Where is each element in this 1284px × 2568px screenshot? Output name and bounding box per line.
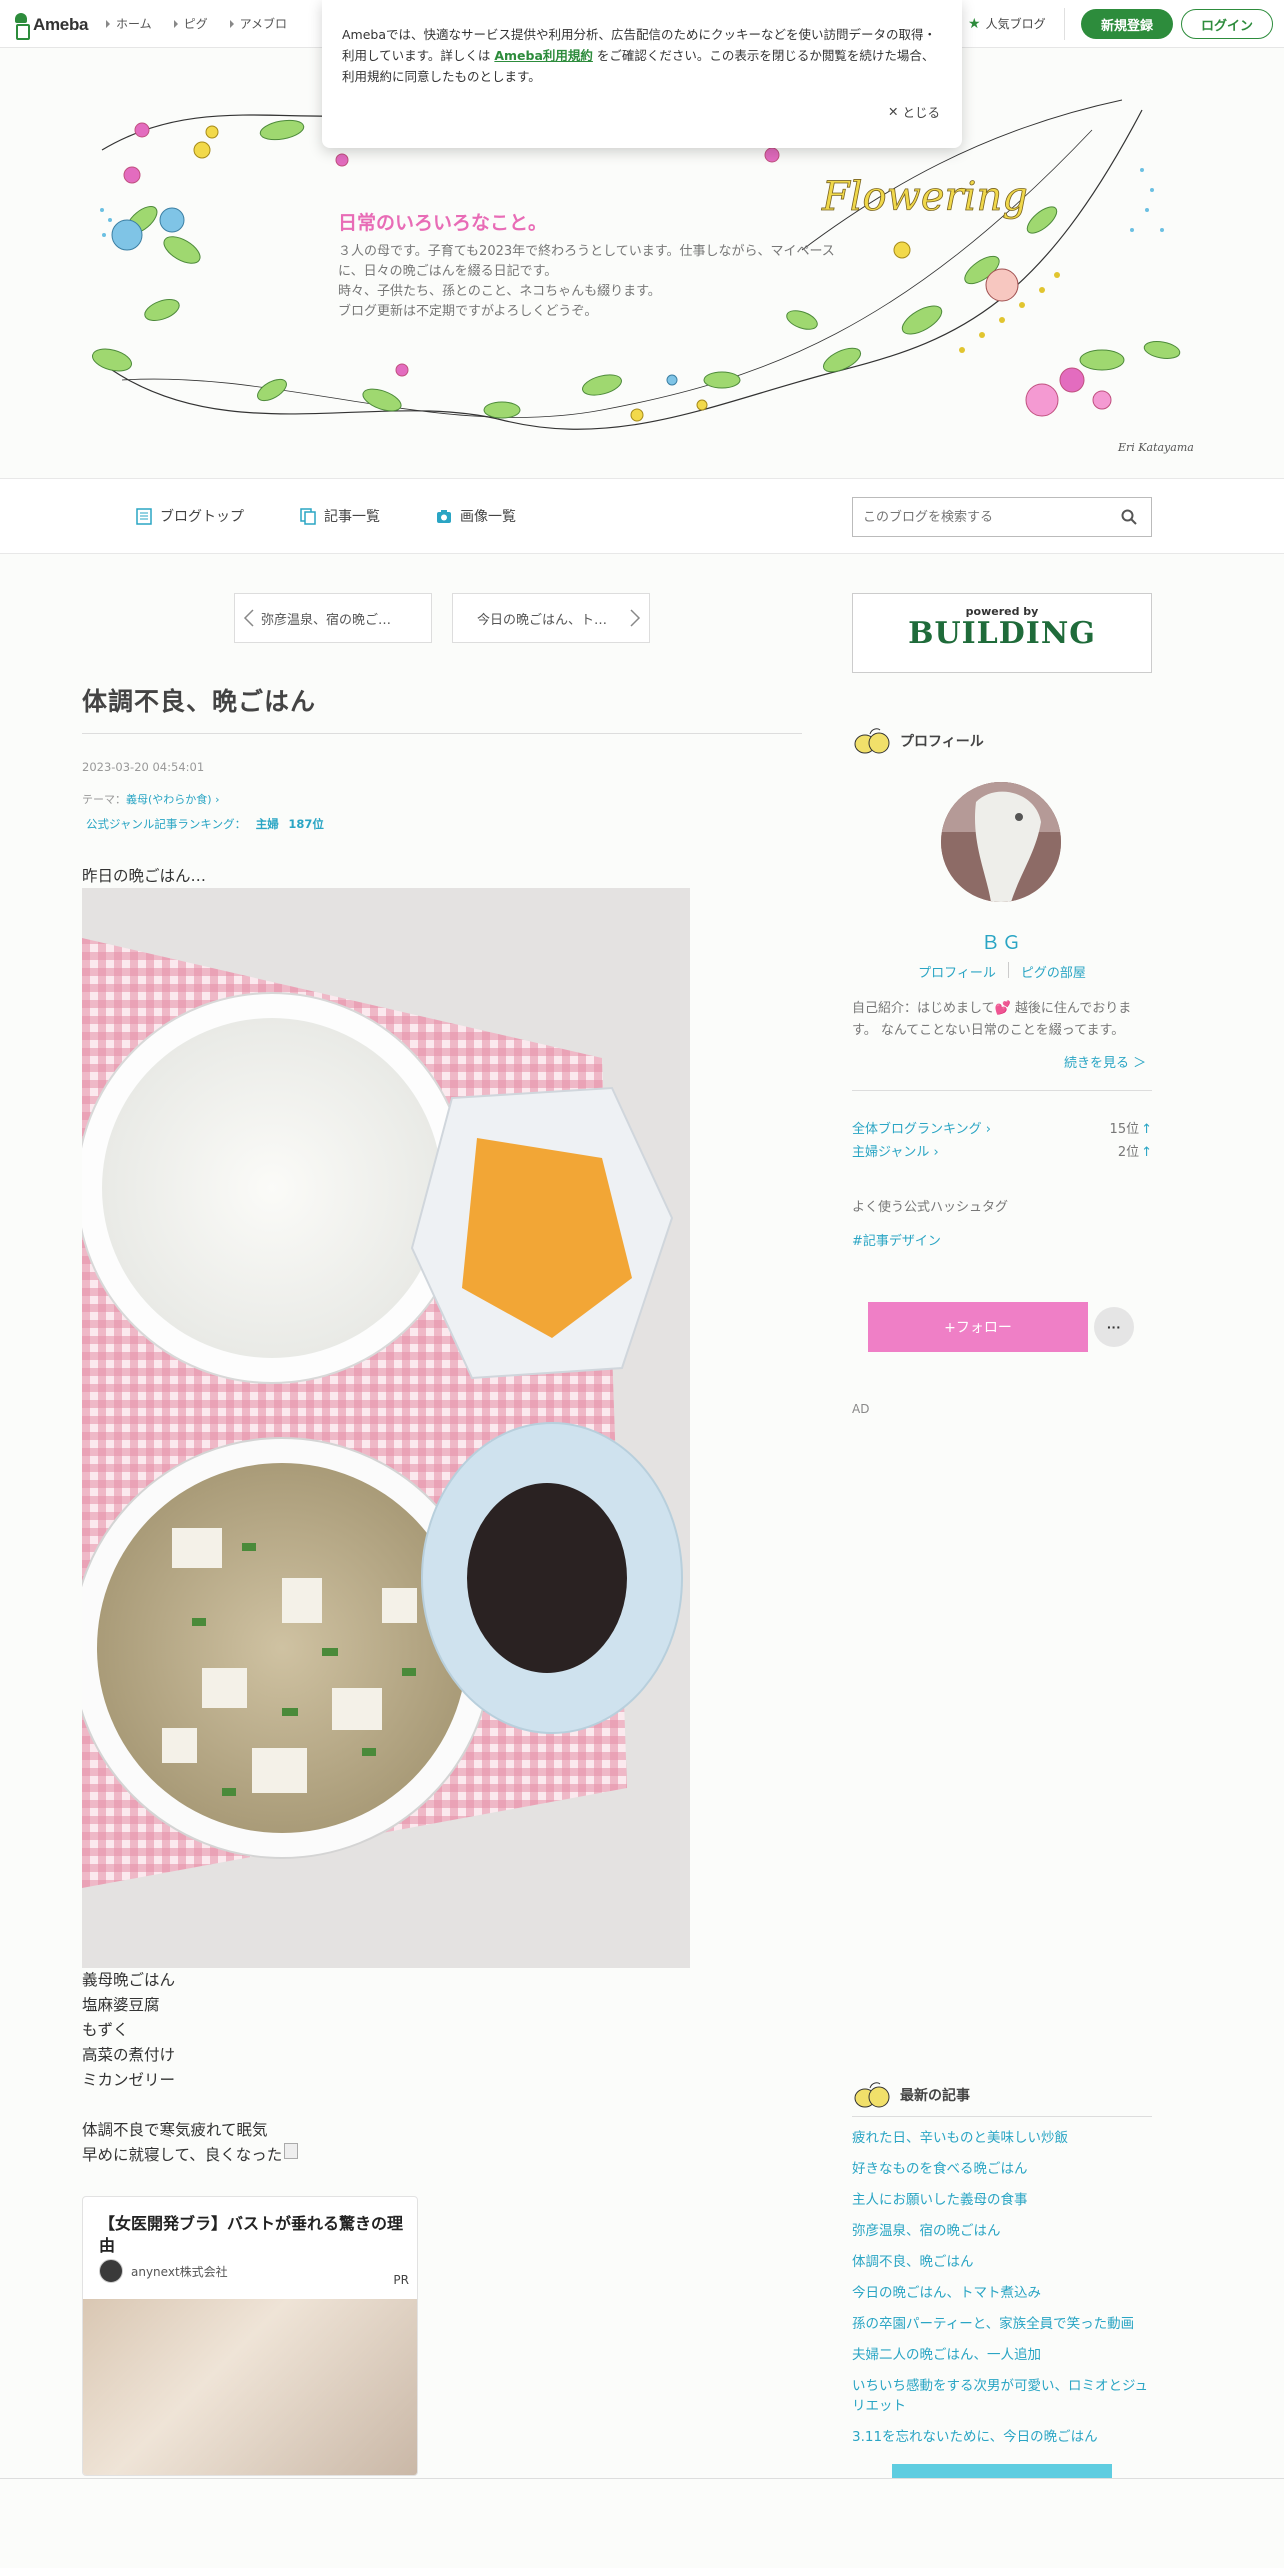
entry-title: 体調不良、晩ごはん <box>82 687 317 716</box>
ad-advertiser: anynext株式会社 <box>99 2259 228 2283</box>
artist-signature: Eri Katayama <box>1118 441 1194 454</box>
divider <box>82 733 802 734</box>
blog-search <box>852 497 1152 537</box>
blog-title: 日常のいろいろなこと。 <box>338 212 548 234</box>
username[interactable]: ＢＧ <box>852 928 1152 955</box>
login-button[interactable]: ログイン <box>1181 9 1273 39</box>
chevron-right-icon: › <box>929 1145 939 1160</box>
next-entry-link[interactable]: 今日の晩ごはん、ト… <box>452 593 650 643</box>
ad-image <box>83 2299 417 2475</box>
global-nav: ホーム ピグ アメブロ <box>106 15 287 32</box>
chevron-right-icon: › <box>981 1122 991 1137</box>
cat-photo-image <box>941 782 1061 902</box>
arrow-right-icon <box>173 19 178 28</box>
ameba-logo-icon <box>12 13 30 40</box>
more-entries-button[interactable] <box>892 2464 1112 2478</box>
recent-entries-list: 疲れた日、辛いものと美味しい炒飯 好きなものを食べる晩ごはん 主人にお願いした義… <box>852 2128 1152 2458</box>
recent-heading: 最新の記事 <box>852 2080 970 2110</box>
divider <box>852 1090 1152 1091</box>
profile-intro: 自己紹介：はじめまして💕 越後に住んでおります。 なんてことない日常のことを綴っ… <box>852 1001 1132 1038</box>
genre-ranking[interactable]: 公式ジャンル記事ランキング： 主婦 187位 <box>86 816 324 832</box>
entry-date: 2023-03-20 04:54:01 <box>82 760 205 774</box>
entry-menu: 義母晩ごはん 塩麻婆豆腐 もずく 高菜の煮付け ミカンゼリー <box>82 1971 176 2089</box>
hashtag-link[interactable]: #記事デザイン <box>852 1230 941 1249</box>
nav-home[interactable]: ホーム <box>106 15 152 32</box>
cookie-notice-text: Amebaでは、快適なサービス提供や利用分析、広告配信のためにクッキーなどを使い… <box>342 27 937 84</box>
star-icon: ★ <box>968 15 981 32</box>
profile-heading: プロフィール <box>852 726 984 756</box>
banner-deco-text: Flowering <box>821 174 1028 220</box>
nav-blog-top[interactable]: ブログトップ <box>136 506 244 526</box>
list-item[interactable]: 体調不良、晩ごはん <box>852 2252 1152 2272</box>
chevron-left-icon <box>243 609 254 627</box>
profile-link[interactable]: プロフィール <box>918 962 996 981</box>
cookie-close-button[interactable]: ✕ とじる <box>888 102 940 121</box>
copy-icon <box>300 507 316 525</box>
entry-closing: 体調不良で寒気疲れて眠気 早めに就寝して、良くなった <box>82 2118 299 2168</box>
arrow-right-icon <box>229 19 234 28</box>
chevron-right-icon <box>630 609 641 627</box>
chevron-right-icon: › <box>211 793 220 806</box>
profile-avatar[interactable] <box>941 782 1061 902</box>
prev-entry-link[interactable]: 弥彦温泉、宿の晩ご… <box>234 593 432 643</box>
arrow-right-icon <box>106 19 110 28</box>
nav-entry-list[interactable]: 記事一覧 <box>300 506 380 526</box>
dinner-photo-image <box>82 888 690 1968</box>
list-item[interactable]: 今日の晩ごはん、トマト煮込み <box>852 2283 1152 2303</box>
leaf-icon <box>854 728 890 754</box>
sponsored-ad[interactable]: 【女医開発ブラ】バストが垂れる驚きの理由 anynext株式会社 PR <box>82 2196 418 2476</box>
blog-description: ３人の母です。子育ても2023年で終わろうとしています。仕事しながら、マイペース… <box>338 244 835 319</box>
theme-link[interactable]: 義母(やわらか食) <box>126 793 212 806</box>
nav-pigg[interactable]: ピグ <box>173 15 208 32</box>
profile-links: プロフィール ピグの部屋 <box>852 962 1152 981</box>
blog-search-input[interactable] <box>853 498 1093 536</box>
ranking-overall[interactable]: 全体ブログランキング › 15位 ↑ <box>852 1118 1152 1137</box>
popular-blogs-link[interactable]: ★ 人気ブログ <box>968 15 1046 32</box>
register-button[interactable]: 新規登録 <box>1081 9 1173 39</box>
ad-headline: 【女医開発ブラ】バストが垂れる驚きの理由 <box>99 2214 404 2255</box>
more-options-button[interactable]: ··· <box>1094 1307 1134 1347</box>
ameba-logo[interactable]: Ameba <box>12 12 89 40</box>
arrow-up-icon: ↑ <box>1141 1122 1152 1137</box>
pr-badge: PR <box>393 2273 409 2287</box>
hashtag-heading: よく使う公式ハッシュタグ <box>852 1200 1009 1215</box>
list-item[interactable]: 好きなものを食べる晩ごはん <box>852 2159 1152 2179</box>
camera-icon <box>437 509 451 523</box>
cookie-notice: Amebaでは、快適なサービス提供や利用分析、広告配信のためにクッキーなどを使い… <box>322 0 962 148</box>
pigg-room-link[interactable]: ピグの部屋 <box>1021 962 1086 981</box>
entry-intro: 昨日の晩ごはん… <box>82 867 207 885</box>
leaf-icon <box>854 2082 890 2108</box>
divider <box>1064 8 1065 40</box>
building-badge[interactable]: powered by BUILDING <box>852 593 1152 673</box>
list-item[interactable]: 孫の卒園パーティーと、家族全員で笑った動画 <box>852 2314 1152 2334</box>
list-item[interactable]: 弥彦温泉、宿の晩ごはん <box>852 2221 1152 2241</box>
terms-link[interactable]: Ameba利用規約 <box>494 48 593 63</box>
document-icon <box>136 507 152 525</box>
list-item[interactable]: 主人にお願いした義母の食事 <box>852 2190 1152 2210</box>
arrow-up-icon: ↑ <box>1141 1145 1152 1160</box>
blog-nav: ブログトップ 記事一覧 画像一覧 <box>0 478 1284 554</box>
list-item[interactable]: 3.11を忘れないために、今日の晩ごはん <box>852 2427 1152 2447</box>
divider <box>1007 962 1009 978</box>
entry-theme: テーマ：義母(やわらか食) › <box>82 793 220 806</box>
divider <box>852 2116 1152 2117</box>
broken-image-icon <box>284 2143 299 2159</box>
list-item[interactable]: 夫婦二人の晩ごはん、一人追加 <box>852 2345 1152 2365</box>
search-icon[interactable] <box>1121 509 1137 525</box>
ranking-genre[interactable]: 主婦ジャンル › 2位 ↑ <box>852 1141 1152 1160</box>
entry-photo[interactable] <box>82 888 690 1968</box>
read-more-link[interactable]: 続きを見る ＞ <box>1064 1052 1146 1071</box>
nav-ameblo[interactable]: アメブロ <box>229 15 287 32</box>
nav-image-list[interactable]: 画像一覧 <box>436 506 516 526</box>
logo-text: Ameba <box>33 15 89 34</box>
ad-label: AD <box>852 1402 870 1416</box>
list-item[interactable]: いちいち感動をする次男が可愛い、ロミオとジュリエット <box>852 2376 1152 2416</box>
divider <box>0 2478 1284 2479</box>
list-item[interactable]: 疲れた日、辛いものと美味しい炒飯 <box>852 2128 1152 2148</box>
advertiser-avatar <box>99 2259 123 2283</box>
follow-button[interactable]: +フォロー <box>868 1302 1088 1352</box>
close-icon: ✕ <box>888 104 899 119</box>
